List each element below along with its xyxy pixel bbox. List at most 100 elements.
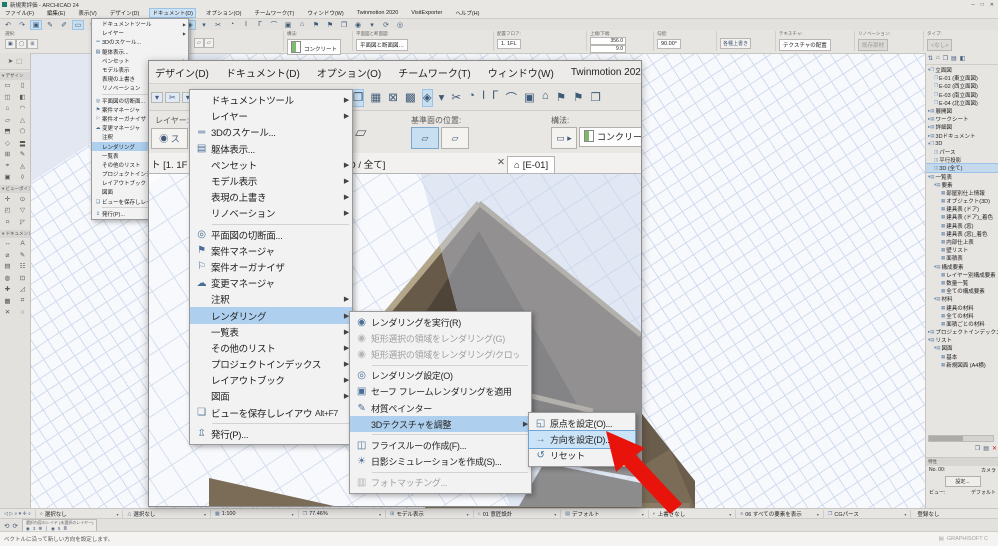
top-elevation-field[interactable]: 356.0 [590,37,626,45]
toolbar-button[interactable]: ✂ [165,92,180,103]
toolbar-icon[interactable]: ✐ [59,21,69,29]
navigator-tree-item[interactable]: ▦ 建具表 (窓)_着色 [926,230,998,238]
toolbar-icon[interactable]: ⚑ [311,21,321,29]
design-tool-icon[interactable]: ⬠ [15,126,30,138]
toolbar-icon[interactable]: ⌒ [505,90,517,106]
menu-bar-item[interactable]: デザイン(D) [153,65,211,80]
viewpoint-tool-icon[interactable]: ⊙ [15,193,30,205]
navigator-tree-item[interactable]: ▾▤ 図面 [926,344,998,352]
toolbar-icon[interactable]: ▣ [524,90,535,106]
viewpoint-tool-icon[interactable]: ✛ [0,193,15,205]
toolbar-icon[interactable]: ❐ [351,88,365,107]
menu-item[interactable]: ◫ フライスルーの作成(F)... [350,437,531,453]
navigator-tree-item[interactable]: ▸▤ 3Dドキュメント [926,132,998,140]
menu-item[interactable]: レイヤー ▶ [92,29,188,38]
document-tool-icon[interactable]: ⊡ [15,272,30,284]
menu-bar-item[interactable]: VisitExporter [409,10,444,16]
structure-method-button[interactable]: ▭ ▸ [551,127,577,149]
toolbar-icon[interactable]: ⌂ [297,21,307,28]
menu-item[interactable]: ☀ 日影シミュレーションを作成(S)... [350,454,531,470]
menu-item[interactable]: 3Dテクスチャを調整 ▶ [350,416,531,433]
design-tool-icon[interactable]: ◊ [15,172,30,184]
bottom-elevation-field[interactable]: 9.0 [590,45,626,53]
menu-item[interactable]: ☁ 変更マネージャ [190,275,352,291]
document-tool-icon[interactable]: ✎ [15,249,30,261]
quick-option-dropdown[interactable]: ▦ 1:100 ▾ [210,510,298,518]
menu-item[interactable]: ドキュメントツール ▶ [190,92,352,108]
home-story-select[interactable]: 1. 1FL [497,39,521,49]
menu-item[interactable]: ▥ フォトマッチング... [350,475,531,491]
toolbar-icon[interactable]: ◉ [353,21,363,29]
toolbox-mode-icon[interactable]: ➤ [8,55,13,67]
design-tool-icon[interactable]: ◧ [15,91,30,103]
toolbar-icon[interactable]: Γ [492,90,498,106]
navigator-tree-item[interactable]: ▾▤ 材料 [926,295,998,303]
design-tool-icon[interactable]: 〓 [15,137,30,149]
menu-item[interactable]: ◉ 矩形選択の領域をレンダリング/クロップ(C) [350,346,531,362]
toolbar-icon[interactable]: I [482,90,485,106]
menu-item[interactable]: 表現の上書き ▶ [190,189,352,205]
menu-bar-item[interactable]: 編集(E) [45,9,67,17]
toolbar-icon[interactable]: ⊠ [388,90,398,106]
toolbar-icon[interactable]: ◎ [395,21,405,29]
properties-header[interactable]: 特性 [926,458,998,466]
navigator-tree-item[interactable]: ❐ E-03 (南立面図) [926,91,998,99]
design-tool-icon[interactable]: ◇ [0,137,15,149]
menu-item[interactable]: レイアウトブック ▶ [190,372,352,388]
document-tool-icon[interactable]: ◿ [15,284,30,296]
navigator-tree-item[interactable]: ▦ 建具表 (ドア)_着色 [926,213,998,221]
menu-bar-item[interactable]: ヘルプ(H) [453,9,481,17]
menu-bar-item[interactable]: Twinmotion 2020 [355,10,401,16]
menu-bar-item[interactable]: ファイル(F) [3,9,36,17]
toolbar-icon[interactable]: ✂ [213,21,223,29]
navigator-tree-item[interactable]: ▦ 内部仕上表 [926,238,998,246]
toolbar-icon[interactable]: ↶ [3,21,13,29]
navigator-toolbar-icon[interactable]: ⇅ [928,55,933,62]
menu-bar-item[interactable]: ウィンドウ(W) [305,9,345,17]
menu-item[interactable]: モデル表示 ▶ [190,173,352,189]
toolbar-icon[interactable]: ◈ [421,88,433,107]
overrides-button[interactable]: 各種上書き [720,38,752,49]
toolbar-icon[interactable]: ◔ [227,21,237,28]
menu-bar-item[interactable]: デザイン(D) [108,9,142,17]
toolbar-icon[interactable]: ⚑ [556,90,566,106]
navigator-tree-item[interactable]: ▾❐ 立面図 [926,66,998,74]
quick-option-dropdown[interactable]: ≡ 06 すべての要素を表示 ▾ [735,510,823,518]
menu-item[interactable]: ⇫ 発行(P)... [190,426,352,442]
menu-item[interactable] [350,363,531,368]
toolbar-icon[interactable]: ▾ [199,21,209,29]
menu-bar-item[interactable]: チームワーク(T) [252,9,296,17]
design-tool-icon[interactable]: ⌖ [0,160,15,172]
toolbar-icon[interactable]: ❐ [339,21,349,29]
plane-bottom-button[interactable]: ▱ [441,127,469,149]
navigator-scrollbar[interactable] [928,435,994,442]
menu-item[interactable]: ペンセット ▶ [190,157,352,173]
navigator-tree-item[interactable]: ▦ 面積ごとの材料 [926,320,998,328]
document-tool-icon[interactable]: ▦ [0,295,15,307]
navigator-tree-item[interactable]: ▦ 数量一覧 [926,279,998,287]
navigator-tree-item[interactable]: ◫ 3D (全て) [926,163,998,174]
window-control-button[interactable]: ✕ [990,2,994,8]
design-tool-icon[interactable]: △ [15,114,30,126]
menu-item[interactable]: ◉ レンダリングを実行(R) [350,314,531,330]
layer-button[interactable]: ◉ ス [151,128,188,149]
navigator-tree-item[interactable]: ▸▤ 展開図 [926,107,998,115]
menu-item[interactable]: プロジェクトインデックス ▶ [190,356,352,372]
structure-select[interactable]: コンクリート [579,127,641,147]
toolbar-icon[interactable]: ✎ [45,21,55,29]
quick-option-dropdown[interactable]: 登録なし [910,510,998,518]
selection-tool-button[interactable]: ⊞ [27,39,38,49]
toolbox-section-viewpoint[interactable]: ビューポイント [0,185,30,193]
navigator-tree-item[interactable]: ▦ 建具表 (ドア) [926,205,998,213]
viewpoint-tool-icon[interactable]: ◰ [0,205,15,217]
navigator-tree-item[interactable]: ▦ レイヤー別構成要素 [926,271,998,279]
toolbar-icon[interactable]: I [241,21,251,28]
navigator-tree-item[interactable]: ▦ 全ての構成要素 [926,287,998,295]
menu-item[interactable]: その他のリスト ▶ [190,340,352,356]
toolbar-icon[interactable]: Γ [255,21,265,28]
design-tool-icon[interactable]: ⌂ [0,103,15,115]
document-tool-icon[interactable]: ↔ [0,238,15,250]
menu-bar-item[interactable]: ウィンドウ(W) [486,65,556,80]
menu-item[interactable] [190,222,352,227]
design-tool-icon[interactable]: ▯ [15,80,30,92]
